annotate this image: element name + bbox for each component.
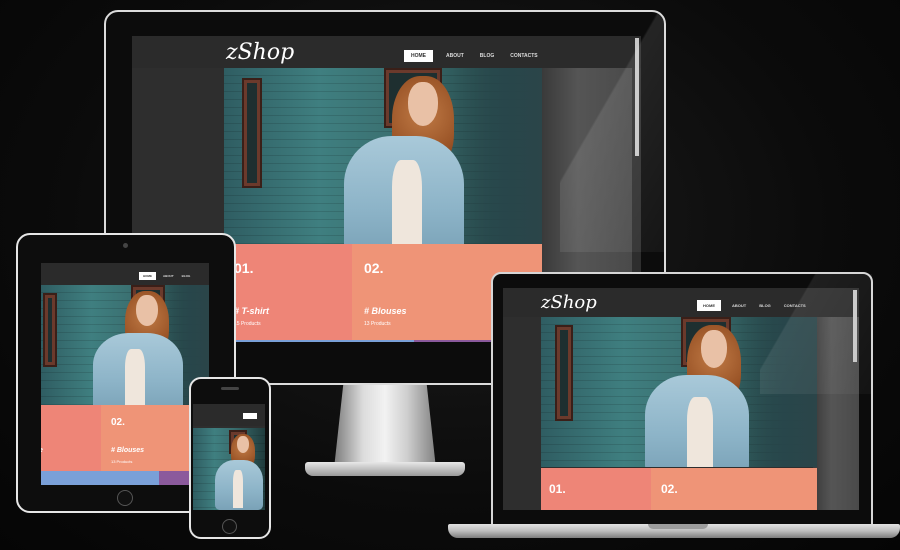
site-logo[interactable]: zShop (226, 40, 294, 65)
scrollbar[interactable] (853, 290, 857, 362)
desktop-stand-base (305, 462, 465, 476)
scrollbar[interactable] (635, 38, 639, 156)
category-tile[interactable]: 02. (651, 468, 817, 510)
hero-image (541, 317, 817, 467)
desktop-stand (334, 385, 436, 465)
phone-screen (193, 404, 265, 510)
main-menu: HOME ABOUT BLOG CONTACTS (697, 300, 808, 311)
home-button-icon[interactable] (222, 519, 237, 534)
laptop-navbar: zShop HOME ABOUT BLOG CONTACTS (503, 288, 859, 317)
menu-blog[interactable]: BLOG (757, 300, 773, 311)
site-logo[interactable]: zShop (541, 292, 597, 313)
menu-home[interactable]: HOME (697, 300, 721, 311)
color-strip (41, 471, 209, 485)
menu-about[interactable]: ABOUT (443, 50, 467, 62)
camera-icon (123, 243, 128, 248)
menu-about[interactable]: ABOUT (730, 300, 748, 311)
desktop-navbar: zShop HOME ABOUT BLOG CONTACTS (132, 36, 641, 68)
hero-image (193, 428, 265, 510)
tablet-navbar: p HOME ABOUT BLOG (41, 263, 209, 285)
menu-toggle-button[interactable] (243, 413, 257, 419)
category-tile[interactable]: e (41, 405, 101, 471)
menu-contacts[interactable]: CONTACTS (507, 50, 540, 62)
main-menu: HOME ABOUT BLOG (139, 272, 191, 280)
menu-contacts[interactable]: CONTACTS (782, 300, 808, 311)
menu-blog[interactable]: BLOG (477, 50, 497, 62)
menu-home[interactable]: HOME (404, 50, 433, 62)
menu-home[interactable]: HOME (139, 272, 156, 280)
speaker-icon (221, 387, 239, 390)
category-tile[interactable]: 01. # T-shirt 15 Products (224, 244, 352, 340)
hero-image (224, 68, 542, 244)
hero-image (41, 285, 209, 405)
mobile-menu (243, 413, 257, 419)
menu-about[interactable]: ABOUT (162, 272, 175, 280)
category-tiles: e 02. # Blouses 13 Products (41, 405, 209, 471)
laptop-notch (648, 524, 708, 529)
home-button-icon[interactable] (117, 490, 133, 506)
laptop-screen: zShop HOME ABOUT BLOG CONTACTS 01. 02. (503, 288, 859, 510)
menu-blog[interactable]: BLOG (181, 272, 192, 280)
category-tile[interactable]: 01. (541, 468, 651, 510)
main-menu: HOME ABOUT BLOG CONTACTS (404, 50, 541, 62)
tablet-screen: p HOME ABOUT BLOG e 02. # Blouses 13 Pro… (41, 263, 209, 485)
category-tiles: 01. 02. (541, 468, 817, 510)
phone-navbar (193, 404, 265, 426)
